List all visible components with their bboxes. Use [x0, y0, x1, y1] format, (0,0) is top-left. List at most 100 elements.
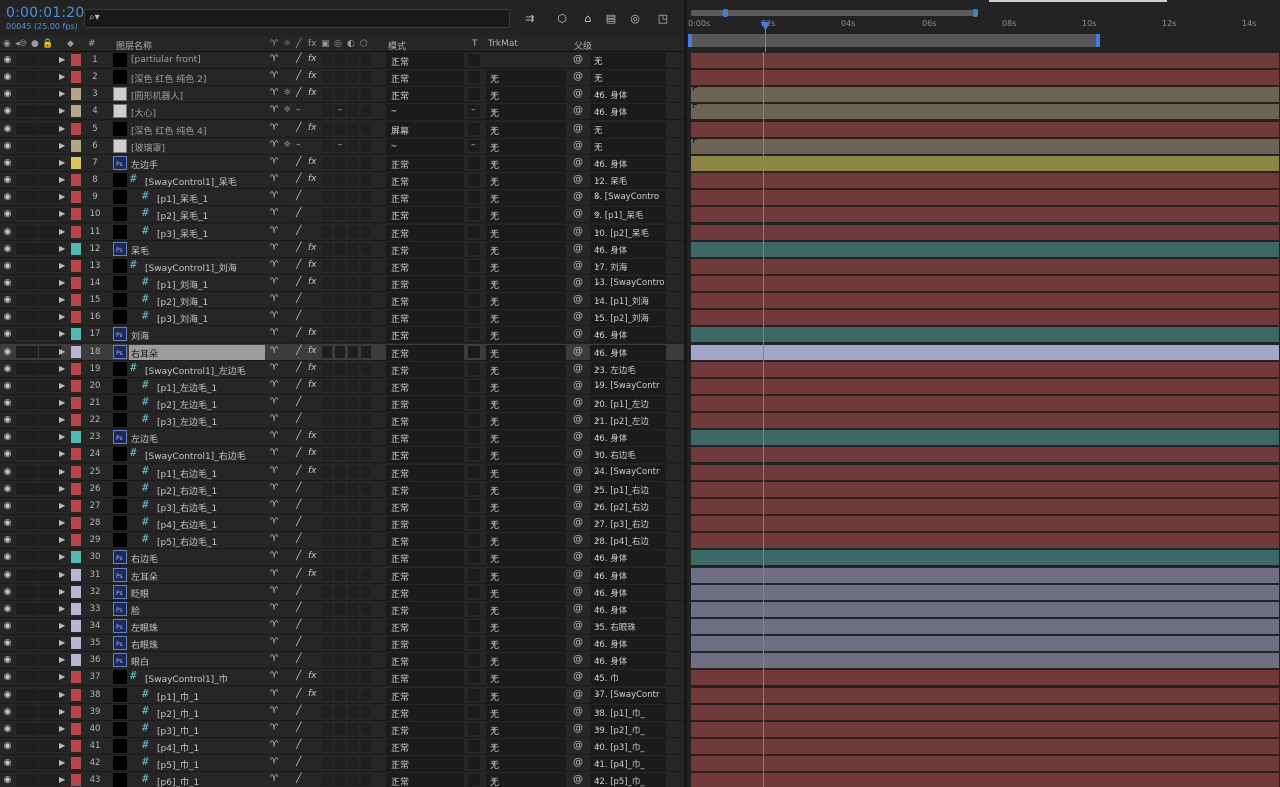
layer-switch-box[interactable]: [39, 157, 50, 169]
layer-duration-bar[interactable]: [691, 585, 1279, 600]
layer-switch-toggle[interactable]: [335, 723, 345, 735]
expand-twirl-icon[interactable]: ▶: [59, 570, 65, 579]
layer-switch-toggle[interactable]: [348, 603, 358, 615]
layer-row[interactable]: ◉ ▶ 8 # [SwayControl1]_呆毛 ♈ ╱ fx 正常 ⌄ 无 ⌄ @12. 呆毛 ⌄: [0, 172, 684, 189]
preserve-transparency-toggle[interactable]: [468, 380, 480, 392]
layer-switch-toggle[interactable]: [322, 346, 332, 358]
quality-switch-icon[interactable]: ╱: [296, 757, 301, 767]
layer-switch-box[interactable]: [39, 517, 50, 529]
blend-mode-dropdown[interactable]: 正常 ⌄: [386, 670, 464, 685]
parent-dropdown[interactable]: 46. 身体 ⌄: [590, 345, 666, 360]
layer-duration-bar[interactable]: [691, 447, 1279, 462]
effects-switch-icon[interactable]: fx: [308, 243, 317, 253]
quality-switch-icon[interactable]: ╱: [296, 569, 301, 579]
parent-dropdown[interactable]: 46. 身体 ⌄: [590, 602, 666, 617]
track-matte-dropdown[interactable]: 无 ⌄: [486, 756, 566, 771]
layer-row[interactable]: ◉ ▶ 9 # [p1]_呆毛_1 ♈ ╱ 正常 ⌄ 无 ⌄ @8. [SwayContro ⌄: [0, 189, 684, 206]
layer-row[interactable]: ◉ ▶ 24 # [SwayControl1]_右边毛 ♈ ╱ fx 正常 ⌄ 无 ⌄ @30. 右边毛…: [0, 446, 684, 463]
layer-switch-toggle[interactable]: [361, 637, 371, 649]
layer-switch-toggle[interactable]: [335, 620, 345, 632]
layer-name[interactable]: 左边手: [131, 158, 158, 171]
label-color-swatch[interactable]: [71, 328, 81, 340]
layer-row[interactable]: ◉ ▶ 31 左耳朵 ♈ ╱ fx 正常⌄ 无⌄ @46. 身体⌄: [0, 567, 684, 584]
quality-switch-icon[interactable]: ╱: [296, 311, 301, 321]
quality-switch-icon[interactable]: ╱: [296, 157, 301, 167]
layer-duration-bar[interactable]: [691, 207, 1279, 222]
label-color-swatch[interactable]: [71, 311, 81, 323]
layer-switch-toggle[interactable]: [322, 551, 332, 563]
parent-dropdown[interactable]: 46. 身体 ⌄: [590, 327, 666, 342]
expand-twirl-icon[interactable]: ▶: [59, 690, 65, 699]
layer-switch-box[interactable]: [16, 740, 27, 752]
label-color-swatch[interactable]: [71, 740, 81, 752]
layer-switch-toggle[interactable]: [348, 191, 358, 203]
shy-switch-icon[interactable]: ♈: [270, 277, 278, 287]
preserve-transparency-toggle[interactable]: [468, 620, 480, 632]
visibility-eye-icon[interactable]: ◉: [2, 672, 13, 682]
lock-icon[interactable]: 🔒: [42, 39, 53, 49]
track-matte-dropdown[interactable]: 无 ⌄: [486, 173, 566, 188]
layer-switch-toggle[interactable]: [322, 277, 332, 289]
parent-pick-whip-icon[interactable]: @: [573, 174, 583, 185]
layer-switch-toggle[interactable]: [348, 328, 358, 340]
layer-name[interactable]: [p1]_右边毛_1: [157, 467, 217, 480]
layer-switch-box[interactable]: [27, 723, 38, 735]
layer-name[interactable]: [p3]_呆毛_1: [157, 227, 208, 240]
shy-icon[interactable]: ♈: [270, 39, 278, 49]
preserve-transparency-toggle[interactable]: [468, 740, 480, 752]
layer-switch-toggle[interactable]: [361, 226, 371, 238]
label-color-swatch[interactable]: [71, 603, 81, 615]
layer-name[interactable]: 眼白: [131, 655, 149, 668]
layer-switch-toggle[interactable]: [348, 706, 358, 718]
label-color-swatch[interactable]: [71, 226, 81, 238]
layer-name[interactable]: 呆毛: [131, 244, 149, 257]
layer-row[interactable]: ◉ ▶ 42 # [p5]_巾_1 ♈ ╱ 正常 ⌄ 无 ⌄ @41. [p4]_巾_ ⌄: [0, 755, 684, 772]
expand-twirl-icon[interactable]: ▶: [59, 484, 65, 493]
layer-switch-box[interactable]: [39, 397, 50, 409]
layer-name[interactable]: 右边毛: [131, 552, 158, 565]
layer-name[interactable]: [SwayControl1]_左边毛: [145, 364, 246, 377]
layer-name[interactable]: [大心]: [131, 106, 156, 119]
layer-row[interactable]: ◉ ▶ 4 [大心] ♈ ☼ – – - ⌄ – 无 ⌄ @46. 身体 ⌄: [0, 103, 684, 120]
parent-pick-whip-icon[interactable]: @: [573, 311, 583, 322]
layer-switch-box[interactable]: [16, 243, 27, 255]
layer-switch-toggle[interactable]: [361, 689, 371, 701]
label-color-swatch[interactable]: [71, 174, 81, 186]
layer-switch-box[interactable]: [27, 774, 38, 786]
layer-switch-toggle[interactable]: [348, 294, 358, 306]
parent-dropdown[interactable]: 46. 身体 ⌄: [590, 636, 666, 651]
parent-dropdown[interactable]: 无 ⌄: [590, 139, 666, 154]
track-matte-dropdown[interactable]: 无 ⌄: [486, 602, 566, 617]
preserve-transparency-toggle[interactable]: [468, 689, 480, 701]
shy-switch-icon[interactable]: ♈: [270, 483, 278, 493]
quality-switch-icon[interactable]: ╱: [296, 294, 301, 304]
expand-twirl-icon[interactable]: ▶: [59, 124, 65, 133]
label-color-swatch[interactable]: [71, 620, 81, 632]
quality-switch-icon[interactable]: –: [296, 105, 301, 115]
layer-name[interactable]: [SwayControl1]_呆毛: [145, 175, 237, 188]
layer-row[interactable]: ◉ ▶ 11 # [p3]_呆毛_1 ♈ ╱ 正常 ⌄ 无 ⌄ @10. [p2]_呆毛 ⌄: [0, 224, 684, 241]
effects-switch-icon[interactable]: fx: [308, 380, 317, 390]
visibility-eye-icon[interactable]: ◉: [2, 518, 13, 528]
track-matte-dropdown[interactable]: 无 ⌄: [486, 139, 566, 154]
layer-switch-toggle[interactable]: [335, 517, 345, 529]
layer-switch-box[interactable]: [16, 569, 27, 581]
shy-switch-icon[interactable]: ♈: [270, 706, 278, 716]
effects-switch-icon[interactable]: fx: [308, 71, 317, 81]
layer-switch-toggle[interactable]: [335, 363, 345, 375]
layer-switch-box[interactable]: [39, 208, 50, 220]
quality-switch-icon[interactable]: ╱: [296, 243, 301, 253]
layer-switch-toggle[interactable]: [361, 706, 371, 718]
layer-switch-box[interactable]: [16, 517, 27, 529]
layer-switch-toggle[interactable]: [361, 448, 371, 460]
expand-twirl-icon[interactable]: ▶: [59, 638, 65, 647]
quality-switch-icon[interactable]: ╱: [296, 774, 301, 784]
layer-duration-bar[interactable]: [691, 430, 1279, 445]
label-color-swatch[interactable]: [71, 586, 81, 598]
visibility-eye-icon[interactable]: ◉: [2, 312, 13, 322]
visibility-eye-icon[interactable]: ◉: [2, 72, 13, 82]
layer-row[interactable]: ◉ ▶ 14 # [p1]_刘海_1 ♈ ╱ fx 正常 ⌄ 无 ⌄ @13. [SwayContro ⌄: [0, 275, 684, 292]
layer-switch-box[interactable]: [16, 88, 27, 100]
3d-layer-icon[interactable]: ⬡: [360, 39, 368, 49]
expand-twirl-icon[interactable]: ▶: [59, 209, 65, 218]
